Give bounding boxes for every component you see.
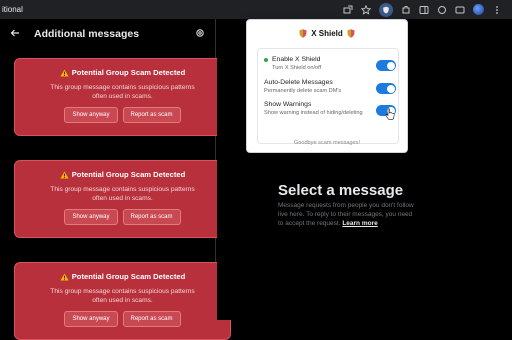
profile-avatar[interactable]: [473, 4, 484, 15]
toggle-knob: [386, 84, 395, 93]
popup-header: X Shield: [247, 20, 407, 46]
show-anyway-button[interactable]: Show anyway: [64, 107, 118, 123]
empty-state-title: Select a message: [278, 182, 404, 199]
scam-card-body: This group message contains suspicious p…: [50, 186, 195, 202]
scam-card-title: Potential Group Scam Detected: [71, 170, 186, 179]
setting-auto-delete-row: Auto-Delete Messages Permanently delete …: [264, 79, 396, 101]
menu-kebab-icon[interactable]: [492, 5, 502, 15]
show-anyway-button[interactable]: Show anyway: [64, 209, 118, 225]
address-bar[interactable]: itional: [0, 5, 343, 14]
media-icon[interactable]: [455, 5, 465, 15]
warning-icon: [60, 68, 69, 77]
setting-title: Show Warnings: [264, 101, 312, 108]
enable-toggle[interactable]: [376, 60, 396, 71]
side-panel-icon[interactable]: [419, 5, 429, 15]
x-shield-popup: X Shield Enable X Shield Turn X Shield o…: [246, 19, 408, 153]
auto-delete-toggle[interactable]: [376, 83, 396, 94]
setting-title: Enable X Shield: [272, 56, 321, 63]
report-as-scam-button[interactable]: Report as scam: [122, 107, 181, 123]
hand-cursor-icon: [385, 108, 395, 120]
scam-warning-card: Potential Group Scam Detected This group…: [14, 160, 231, 238]
report-as-scam-button[interactable]: Report as scam: [122, 209, 181, 225]
warning-icon: [60, 170, 69, 179]
x-shield-extension-icon[interactable]: [379, 2, 393, 17]
panel-header: Additional messages: [0, 19, 215, 49]
setting-subtitle: Show warning instead of hiding/deleting: [264, 110, 363, 116]
bookmark-star-icon[interactable]: [361, 4, 371, 15]
popup-footer: Goodbye scam messages!: [293, 140, 361, 146]
scam-card-title: Potential Group Scam Detected: [71, 68, 186, 77]
report-as-scam-button[interactable]: Report as scam: [122, 311, 181, 327]
scam-warning-card: Potential Group Scam Detected This group…: [14, 58, 231, 136]
setting-subtitle: Turn X Shield on/off: [272, 65, 322, 71]
settings-box: Enable X Shield Turn X Shield on/off Aut…: [257, 48, 399, 144]
scam-card-body: This group message contains suspicious p…: [50, 84, 195, 100]
setting-subtitle: Permanently delete scam DM's: [264, 88, 342, 94]
share-icon[interactable]: [343, 5, 353, 15]
extensions-puzzle-icon[interactable]: [401, 5, 411, 15]
empty-state-description: Message requests from people you don't f…: [278, 201, 416, 228]
status-dot: [264, 57, 268, 62]
setting-show-warnings-row: Show Warnings Show warning instead of hi…: [264, 101, 396, 123]
shield-icon: [299, 28, 307, 38]
popup-title: X Shield: [311, 28, 343, 38]
scam-warning-card: Potential Group Scam Detected This group…: [14, 262, 231, 340]
show-warnings-toggle[interactable]: [376, 105, 396, 120]
setting-enable-row: Enable X Shield Turn X Shield on/off: [264, 56, 396, 78]
back-arrow-icon[interactable]: [10, 25, 20, 43]
scam-card-body: This group message contains suspicious p…: [50, 288, 195, 304]
sync-icon[interactable]: [437, 5, 447, 15]
shield-icon: [347, 28, 355, 38]
learn-more-link[interactable]: Learn more: [342, 220, 377, 227]
show-anyway-button[interactable]: Show anyway: [64, 311, 118, 327]
page-title: Additional messages: [34, 28, 140, 40]
browser-toolbar: itional: [0, 0, 512, 19]
gear-icon[interactable]: [195, 25, 205, 43]
warning-icon: [60, 272, 69, 281]
scam-card-title: Potential Group Scam Detected: [71, 272, 186, 281]
setting-title: Auto-Delete Messages: [264, 79, 333, 86]
toggle-knob: [386, 61, 395, 70]
